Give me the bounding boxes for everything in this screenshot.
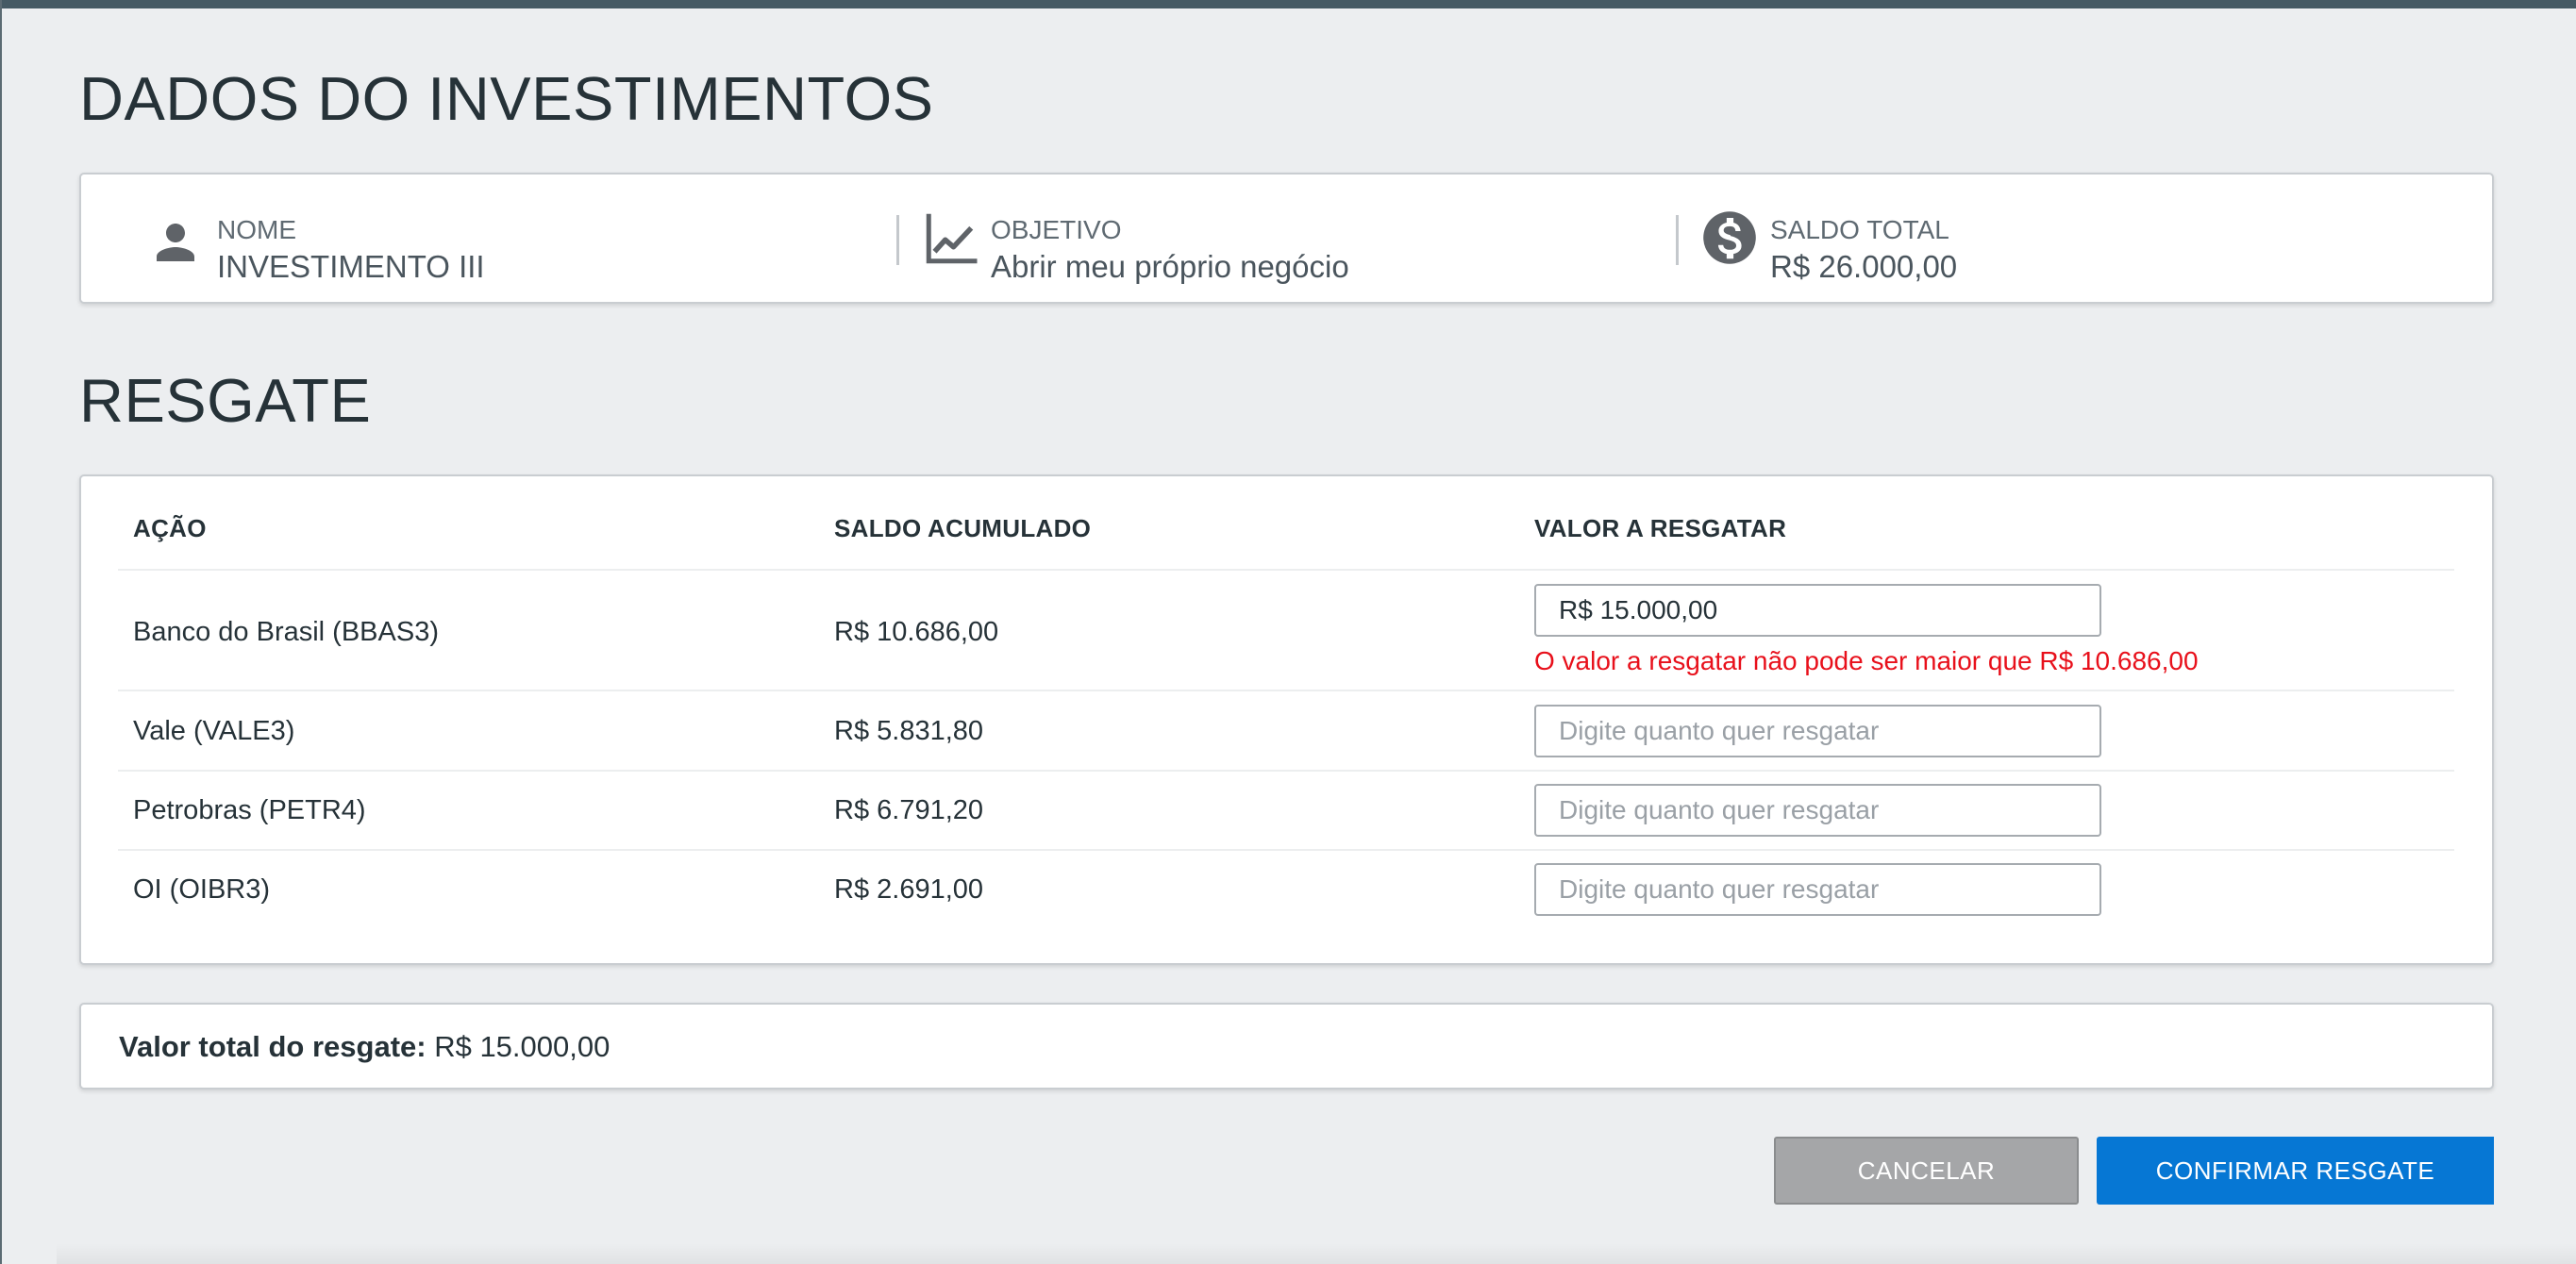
accumulated-balance: R$ 5.831,80 [834, 716, 984, 746]
column-header-stock: AÇÃO [133, 514, 207, 542]
line-chart-icon [926, 213, 978, 264]
redeem-amount-input[interactable] [1534, 863, 2101, 916]
window-edge [0, 0, 2, 1264]
investment-info-card: NOME INVESTIMENTO III OBJETIVO Abrir meu… [79, 173, 2494, 304]
accumulated-balance: R$ 10.686,00 [834, 617, 999, 647]
person-icon [157, 224, 194, 261]
redeem-amount-input[interactable] [1534, 784, 2101, 837]
total-value: R$ 15.000,00 [434, 1030, 611, 1063]
investment-data-title: DADOS DO INVESTIMENTOS [79, 64, 934, 133]
validation-error-message: O valor a resgatar não pode ser maior qu… [1534, 646, 2199, 675]
redemption-title: RESGATE [79, 366, 372, 435]
row-divider [118, 569, 2454, 571]
info-label-goal: OBJETIVO [991, 215, 1122, 244]
row-divider [118, 770, 2454, 772]
top-bar [0, 0, 2576, 8]
column-header-amount: VALOR A RESGATAR [1534, 514, 1787, 542]
accumulated-balance: R$ 6.791,20 [834, 795, 984, 825]
total-redemption-card: Valor total do resgate: R$ 15.000,00 [79, 1003, 2494, 1089]
row-divider [118, 849, 2454, 851]
info-value-goal: Abrir meu próprio negócio [991, 249, 1349, 284]
redeem-amount-input[interactable] [1534, 705, 2101, 757]
redemption-table-card [79, 474, 2494, 965]
stock-name: Vale (VALE3) [133, 716, 295, 746]
stock-name: OI (OIBR3) [133, 874, 271, 905]
redeem-amount-input[interactable] [1534, 584, 2101, 637]
info-label-name: NOME [217, 215, 296, 244]
total-label: Valor total do resgate: [119, 1030, 427, 1063]
stock-name: Banco do Brasil (BBAS3) [133, 617, 439, 647]
dollar-circle-icon [1703, 211, 1756, 264]
column-header-balance: SALDO ACUMULADO [834, 514, 1092, 542]
info-value-name: INVESTIMENTO III [217, 249, 485, 284]
stock-name: Petrobras (PETR4) [133, 795, 366, 825]
bottom-shadow [57, 1243, 2576, 1264]
total-redemption: Valor total do resgate: R$ 15.000,00 [119, 1030, 610, 1064]
info-divider [896, 215, 899, 265]
info-value-balance: R$ 26.000,00 [1770, 249, 1958, 284]
accumulated-balance: R$ 2.691,00 [834, 874, 984, 905]
info-label-balance: SALDO TOTAL [1770, 215, 1949, 244]
cancel-button[interactable]: CANCELAR [1774, 1137, 2079, 1205]
row-divider [118, 690, 2454, 691]
info-divider [1676, 215, 1679, 265]
confirm-redemption-button[interactable]: CONFIRMAR RESGATE [2097, 1137, 2494, 1205]
